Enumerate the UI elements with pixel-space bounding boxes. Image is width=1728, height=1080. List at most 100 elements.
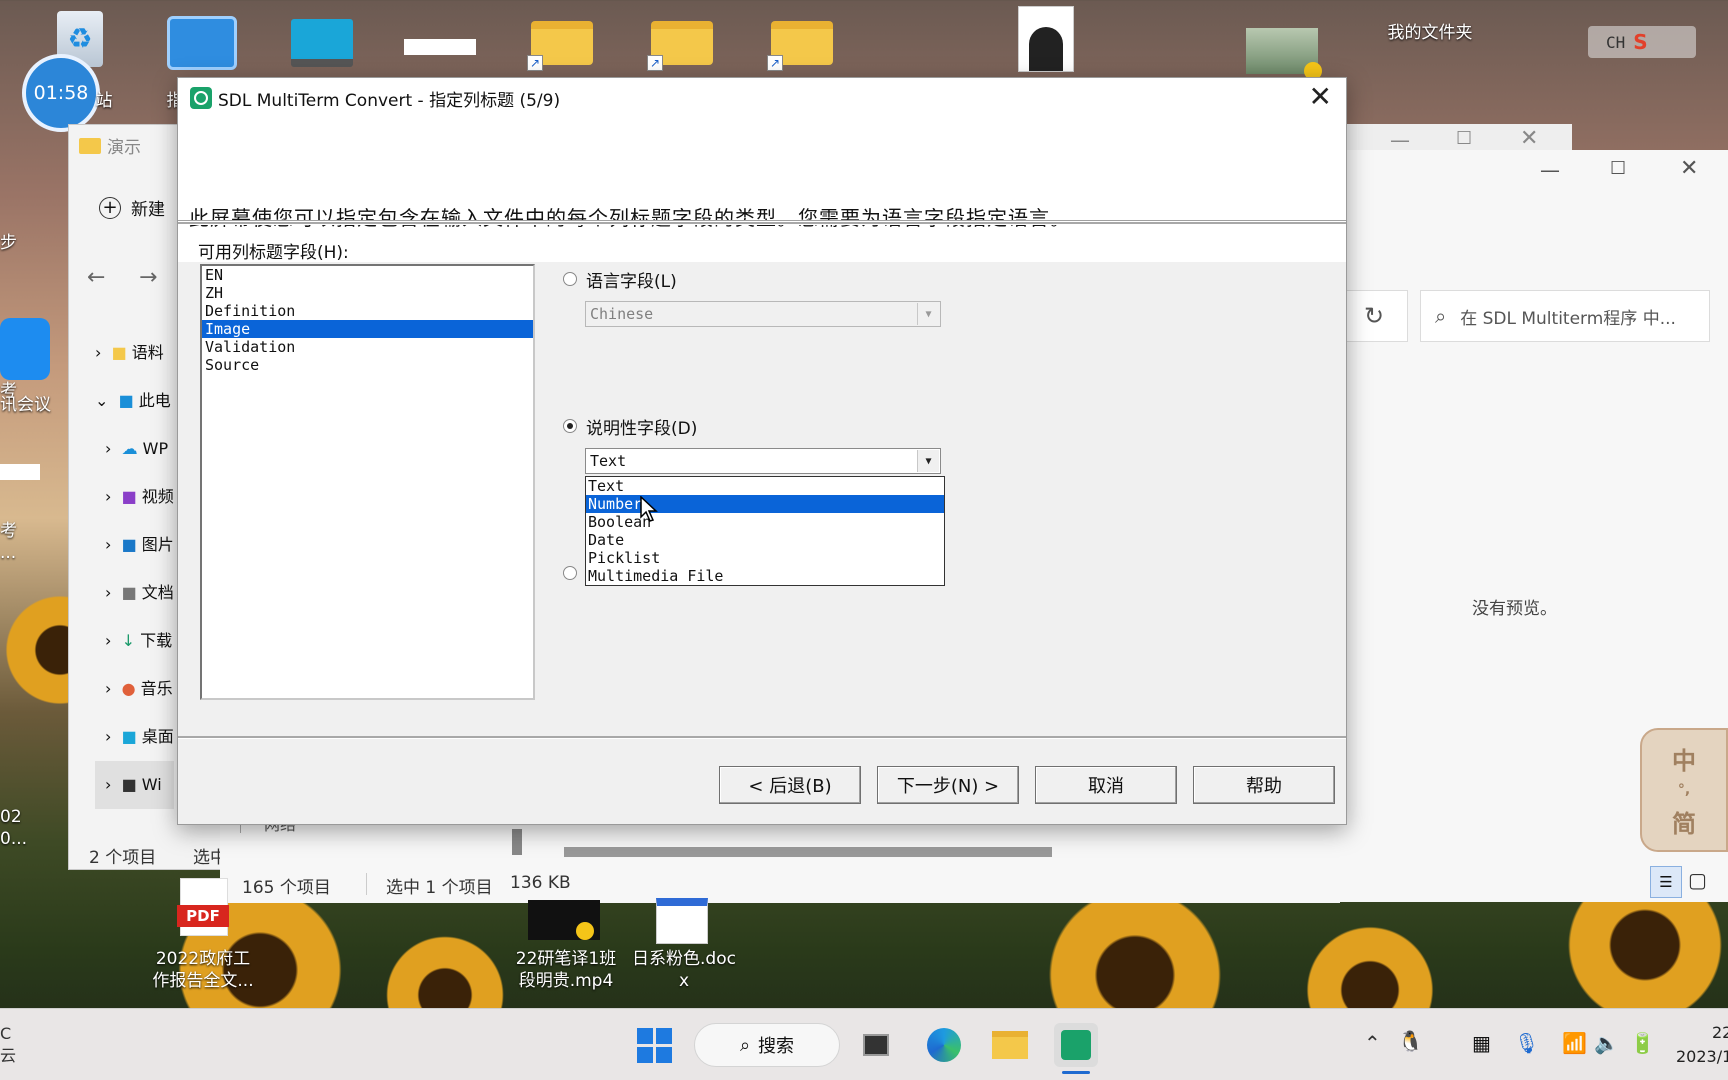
nav-item[interactable]: › ● 音乐 <box>95 665 174 713</box>
list-item[interactable]: Definition <box>202 302 533 320</box>
column-fields-list[interactable]: EN ZH Definition Image Validation Source <box>200 264 535 700</box>
edge-icon[interactable] <box>922 1023 966 1067</box>
dropdown-option[interactable]: Date <box>586 531 944 549</box>
folder-shortcut-icon[interactable]: ↗ <box>766 14 838 72</box>
language-field-radio[interactable] <box>563 272 577 286</box>
microphone-icon[interactable]: 🎙 <box>1514 1031 1539 1055</box>
desktop-file-label[interactable]: 2022政府工 作报告全文... <box>140 948 266 992</box>
tiles-view-icon[interactable]: ▢ <box>1688 868 1707 892</box>
pdf-badge: PDF <box>177 905 229 927</box>
close-icon[interactable]: ✕ <box>1520 126 1538 151</box>
close-icon[interactable]: ✕ <box>1680 156 1698 181</box>
nav-pane: › ■ 语料 ⌄ ■ 此电 › ☁ WP › ■ 视频 › ■ 图片 › ■ 文… <box>95 329 174 809</box>
dashboard-app-icon[interactable] <box>166 14 238 72</box>
nav-item[interactable]: › ■ 图片 <box>95 521 174 569</box>
folder-shortcut-icon[interactable]: ↗ <box>526 14 598 72</box>
nav-item[interactable]: › ■ 桌面 <box>95 713 174 761</box>
dialog-title-bar: SDL MultiTerm Convert - 指定列标题 (5/9) ✕ <box>178 78 1346 118</box>
ime-simplified-toggle[interactable]: 简 <box>1672 804 1696 839</box>
monitor-icon[interactable] <box>286 14 358 72</box>
no-preview-text: 没有预览。 <box>1472 599 1557 619</box>
back-button[interactable]: < 后退(B) <box>719 766 861 804</box>
divider <box>178 736 1346 739</box>
close-icon[interactable]: ✕ <box>1309 82 1332 112</box>
nav-item[interactable]: › ☁ WP <box>95 425 174 473</box>
wifi-icon[interactable]: 📶 <box>1562 1031 1587 1055</box>
document-thumb-icon[interactable] <box>404 18 476 76</box>
start-icon[interactable] <box>632 1023 676 1067</box>
file-explorer-icon[interactable] <box>988 1023 1032 1067</box>
folder-label[interactable]: 我的文件夹 <box>1360 22 1500 44</box>
nav-item[interactable]: › ↓ 下载 <box>95 617 174 665</box>
dropdown-option[interactable]: Text <box>586 477 944 495</box>
nav-item[interactable]: ⌄ ■ 此电 <box>95 377 174 425</box>
scrollbar-horizontal[interactable] <box>564 847 1052 857</box>
nav-item[interactable]: › ■ 视频 <box>95 473 174 521</box>
folder-icon <box>79 137 101 154</box>
nav-item[interactable]: › ■ Wi <box>95 761 174 809</box>
descriptive-field-radio[interactable] <box>563 419 577 433</box>
battery-icon[interactable]: 🔋 <box>1630 1031 1655 1055</box>
video-thumb-icon[interactable] <box>1246 22 1322 80</box>
word-file-icon[interactable] <box>656 898 708 944</box>
language-select[interactable]: Chinese ▼ <box>585 301 941 327</box>
chevron-down-icon[interactable]: ▼ <box>917 450 939 472</box>
other-field-radio[interactable] <box>563 566 577 580</box>
minimize-icon[interactable]: — <box>1390 128 1410 152</box>
weather-widget[interactable]: C云 <box>0 1023 16 1067</box>
back-arrow-icon[interactable]: ← <box>87 265 105 290</box>
next-button[interactable]: 下一步(N) > <box>877 766 1019 804</box>
nav-item[interactable]: › ■ 语料 <box>95 329 174 377</box>
list-item[interactable]: Source <box>202 356 533 374</box>
video-file-icon[interactable] <box>528 900 600 940</box>
clock-time[interactable]: 22 <box>1712 1023 1728 1042</box>
minimize-icon[interactable]: — <box>1540 158 1560 182</box>
plus-icon: + <box>99 196 121 219</box>
nav-item[interactable]: › ■ 文档 <box>95 569 174 617</box>
ime-toolbar[interactable]: CH S <box>1588 26 1696 58</box>
document-thumb-icon[interactable] <box>0 464 40 480</box>
tencent-meeting-icon[interactable] <box>0 318 50 380</box>
multiterm-taskbar-icon[interactable] <box>1054 1023 1098 1067</box>
task-view-icon[interactable] <box>854 1023 898 1067</box>
explorer-bottom-area: 网络 165 个项目 选中 1 个项目 136 KB <box>220 815 1340 903</box>
status-selected: 选中 1 个项目 <box>386 878 493 898</box>
new-button-label: 新建 <box>131 200 165 220</box>
scrollbar-vertical[interactable] <box>512 829 522 855</box>
desktop-file-label[interactable]: 22研笔译1班 段明贵.mp4 <box>502 948 630 992</box>
desktop-label-clipped: ... <box>0 543 17 563</box>
folder-shortcut-icon[interactable]: ↗ <box>646 14 718 72</box>
dropdown-option[interactable]: Multimedia File <box>586 567 944 585</box>
photo-icon[interactable] <box>1010 6 1082 72</box>
ime-float-widget[interactable]: 中 °, 简 <box>1640 728 1728 852</box>
help-button[interactable]: 帮助 <box>1193 766 1335 804</box>
refresh-icon[interactable]: ↻ <box>1340 290 1408 342</box>
dropdown-option[interactable]: Picklist <box>586 549 944 567</box>
pdf-file-icon[interactable]: PDF <box>177 878 229 936</box>
list-item[interactable]: ZH <box>202 284 533 302</box>
maximize-icon[interactable]: ☐ <box>1456 128 1472 149</box>
desktop-file-label[interactable]: 日系粉色.doc x <box>624 948 744 992</box>
descriptive-field-label: 说明性字段(D) <box>586 419 698 439</box>
new-button[interactable]: + 新建 <box>99 195 165 220</box>
list-item[interactable]: EN <box>202 266 533 284</box>
grid-app-icon[interactable]: ▦ <box>1472 1031 1491 1055</box>
clock-date[interactable]: 2023/1 <box>1676 1047 1728 1066</box>
list-item-selected[interactable]: Image <box>202 320 533 338</box>
chevron-up-icon[interactable]: ⌃ <box>1364 1031 1381 1055</box>
forward-arrow-icon[interactable]: → <box>139 265 157 290</box>
clock-badge[interactable]: 01:58 <box>22 54 100 132</box>
taskbar-search[interactable]: ⌕ 搜索 <box>694 1023 840 1067</box>
ime-chinese-toggle[interactable]: 中 <box>1672 741 1696 776</box>
cancel-button[interactable]: 取消 <box>1035 766 1177 804</box>
descriptive-type-select[interactable]: Text ▼ <box>585 448 941 474</box>
qq-icon[interactable]: 🐧 <box>1398 1029 1423 1053</box>
maximize-icon[interactable]: ☐ <box>1610 158 1626 179</box>
descriptive-type-dropdown[interactable]: Text Number Boolean Date Picklist Multim… <box>585 476 945 586</box>
speaker-icon[interactable]: 🔈 <box>1594 1031 1619 1055</box>
sogou-icon: S <box>1633 30 1648 54</box>
divider <box>178 222 1346 225</box>
details-view-icon[interactable]: ☰ <box>1650 866 1682 898</box>
search-input[interactable]: ⌕ 在 SDL Multiterm程序 中... <box>1420 290 1710 342</box>
list-item[interactable]: Validation <box>202 338 533 356</box>
